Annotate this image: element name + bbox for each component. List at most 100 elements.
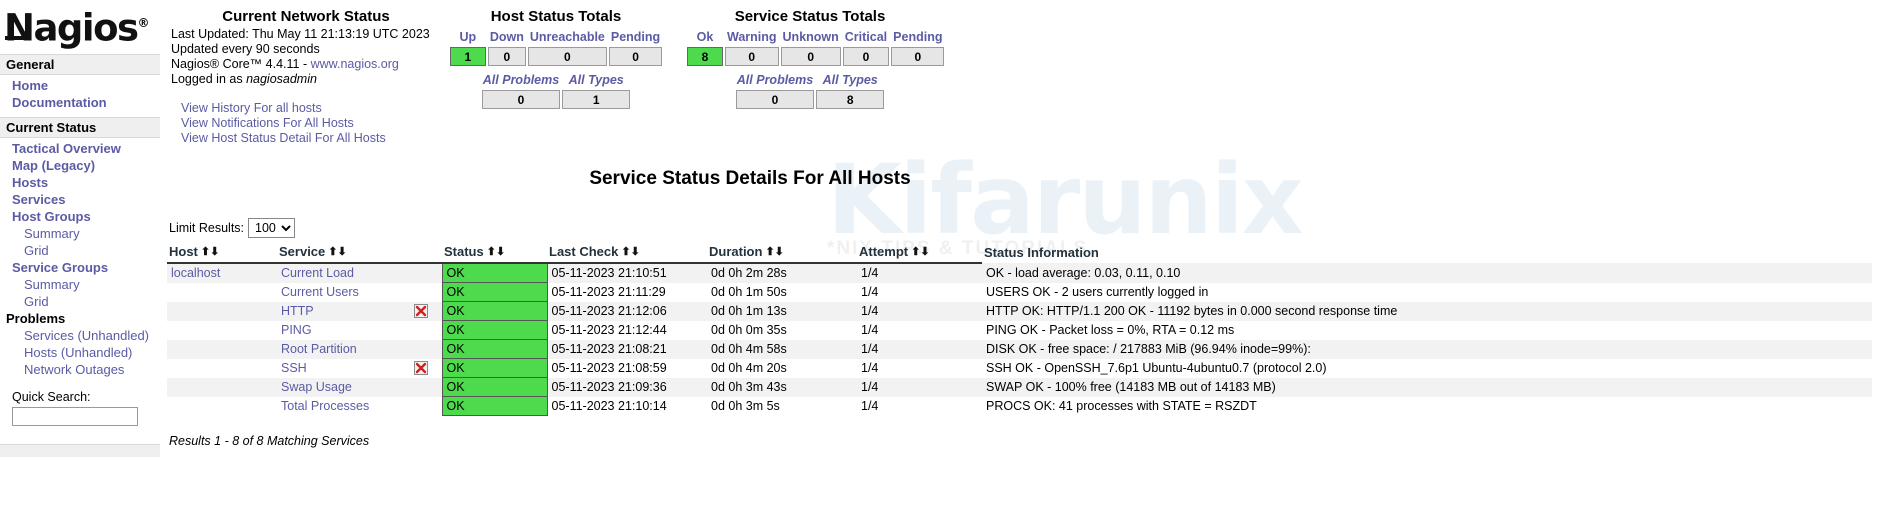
sidebar-item-home[interactable]: Home	[0, 77, 166, 94]
sidebar-item-host-groups[interactable]: Host Groups	[0, 208, 166, 225]
acknowledgement-icon[interactable]	[414, 361, 428, 375]
host-link[interactable]: localhost	[171, 266, 220, 280]
service-link[interactable]: Total Processes	[281, 399, 369, 413]
service-link[interactable]: Current Load	[281, 266, 354, 280]
cell-service[interactable]: PING	[277, 321, 442, 340]
sort-arrows-icon[interactable]: ⬆⬇	[911, 245, 929, 258]
column-header-duration[interactable]: Duration⬆⬇	[707, 242, 857, 263]
column-header-status[interactable]: Status⬆⬇	[442, 242, 547, 263]
host-subtotal-all-problems-value[interactable]: 0	[482, 90, 560, 109]
host-total-up-value[interactable]: 1	[450, 47, 486, 66]
sidebar-item-services-unhandled[interactable]: Services (Unhandled)	[0, 327, 166, 344]
column-header-attempt[interactable]: Attempt⬆⬇	[857, 242, 982, 263]
service-total-unknown-value[interactable]: 0	[781, 47, 841, 66]
sidebar-item-label[interactable]: Service Groups	[12, 260, 108, 275]
service-link[interactable]: PING	[281, 323, 312, 337]
nagios-org-link[interactable]: www.nagios.org	[311, 57, 399, 71]
cell-service[interactable]: Current Load	[277, 263, 442, 283]
sidebar-item-tactical-overview[interactable]: Tactical Overview	[0, 140, 166, 157]
host-total-header-unreachable[interactable]: Unreachable	[528, 30, 607, 45]
cell-service[interactable]: Total Processes	[277, 397, 442, 416]
service-link[interactable]: Swap Usage	[281, 380, 352, 394]
sort-arrows-icon[interactable]: ⬆⬇	[487, 245, 505, 258]
sidebar-item-label[interactable]: Summary	[24, 277, 80, 292]
service-total-ok-value[interactable]: 8	[687, 47, 723, 66]
sidebar-item-services[interactable]: Services	[0, 191, 166, 208]
sidebar-item-hostgroups-summary[interactable]: Summary	[0, 225, 166, 242]
service-link[interactable]: Root Partition	[281, 342, 357, 356]
service-total-warning-value[interactable]: 0	[725, 47, 779, 66]
view-history-link[interactable]: View History For all hosts	[181, 101, 441, 116]
host-total-header-up[interactable]: Up	[450, 30, 486, 45]
cell-service[interactable]: Swap Usage	[277, 378, 442, 397]
sidebar-item-label[interactable]: Summary	[24, 226, 80, 241]
service-total-pending-value[interactable]: 0	[891, 47, 944, 66]
cell-service[interactable]: HTTP	[277, 302, 442, 321]
view-notifications-link[interactable]: View Notifications For All Hosts	[181, 116, 441, 131]
host-total-pending-value[interactable]: 0	[609, 47, 662, 66]
sidebar-item-label[interactable]: Home	[12, 78, 48, 93]
column-header-service[interactable]: Service⬆⬇	[277, 242, 442, 263]
service-subtotal-header-all-problems[interactable]: All Problems	[736, 72, 814, 88]
cell-service[interactable]: Current Users	[277, 283, 442, 302]
sort-arrows-icon[interactable]: ⬆⬇	[765, 245, 783, 258]
sidebar-item-servicegroups-grid[interactable]: Grid	[0, 293, 166, 310]
sidebar-item-label[interactable]: Tactical Overview	[12, 141, 121, 156]
sidebar-item-documentation[interactable]: Documentation	[0, 94, 166, 111]
cell-service[interactable]: Root Partition	[277, 340, 442, 359]
sidebar-item-map-legacy[interactable]: Map (Legacy)	[0, 157, 166, 174]
column-header-last-check[interactable]: Last Check⬆⬇	[547, 242, 707, 263]
sort-arrows-icon[interactable]: ⬆⬇	[621, 245, 639, 258]
service-total-critical-value[interactable]: 0	[843, 47, 889, 66]
service-link[interactable]: SSH	[281, 361, 307, 375]
service-subtotal-all-problems-value[interactable]: 0	[736, 90, 814, 109]
sidebar-item-label[interactable]: Host Groups	[12, 209, 91, 224]
host-total-header-down[interactable]: Down	[488, 30, 526, 45]
sort-arrows-icon[interactable]: ⬆⬇	[328, 245, 346, 258]
sidebar-item-label[interactable]: Map (Legacy)	[12, 158, 95, 173]
sidebar-item-hosts[interactable]: Hosts	[0, 174, 166, 191]
sidebar-item-servicegroups-summary[interactable]: Summary	[0, 276, 166, 293]
service-total-header-critical[interactable]: Critical	[843, 30, 889, 45]
sidebar-item-label[interactable]: Grid	[24, 243, 49, 258]
cell-host[interactable]: localhost	[167, 263, 277, 283]
host-total-down-value[interactable]: 0	[488, 47, 526, 66]
host-total-unreachable-value[interactable]: 0	[528, 47, 607, 66]
quick-search-input[interactable]	[12, 407, 138, 426]
service-total-header-warning[interactable]: Warning	[725, 30, 779, 45]
cell-last-check: 05-11-2023 21:10:51	[547, 263, 707, 283]
host-subtotal-header-all-types[interactable]: All Types	[562, 72, 630, 88]
acknowledgement-icon[interactable]	[414, 304, 428, 318]
column-header-host[interactable]: Host⬆⬇	[167, 242, 277, 263]
service-link[interactable]: Current Users	[281, 285, 359, 299]
cell-service[interactable]: SSH	[277, 359, 442, 378]
sidebar-item-label[interactable]: Services (Unhandled)	[24, 328, 149, 343]
service-link[interactable]: HTTP	[281, 304, 314, 318]
cell-last-check: 05-11-2023 21:11:29	[547, 283, 707, 302]
host-subtotal-header-all-problems[interactable]: All Problems	[482, 72, 560, 88]
sidebar-item-label[interactable]: Hosts (Unhandled)	[24, 345, 132, 360]
sidebar-item-label[interactable]: Grid	[24, 294, 49, 309]
sidebar-item-service-groups[interactable]: Service Groups	[0, 259, 166, 276]
limit-results-select[interactable]: 100	[248, 218, 295, 238]
service-subtotal-header-all-types[interactable]: All Types	[816, 72, 884, 88]
host-total-header-pending[interactable]: Pending	[609, 30, 662, 45]
service-subtotal-all-types-value[interactable]: 8	[816, 90, 884, 109]
service-total-header-pending[interactable]: Pending	[891, 30, 944, 45]
view-host-status-detail-link[interactable]: View Host Status Detail For All Hosts	[181, 131, 441, 146]
sort-arrows-icon[interactable]: ⬆⬇	[201, 245, 219, 258]
service-totals-value-row: 8 0 0 0 0	[687, 47, 944, 66]
service-total-header-unknown[interactable]: Unknown	[781, 30, 841, 45]
nagios-logo[interactable]: Nagios®	[0, 0, 166, 54]
host-subtotal-all-types-value[interactable]: 1	[562, 90, 630, 109]
sidebar-item-label[interactable]: Network Outages	[24, 362, 124, 377]
sidebar-item-hosts-unhandled[interactable]: Hosts (Unhandled)	[0, 344, 166, 361]
sidebar-item-label[interactable]: Services	[12, 192, 66, 207]
service-total-header-ok[interactable]: Ok	[687, 30, 723, 45]
cell-attempt: 1/4	[857, 321, 982, 340]
sidebar-item-network-outages[interactable]: Network Outages	[0, 361, 166, 378]
sidebar-item-label[interactable]: Documentation	[12, 95, 107, 110]
sidebar-item-hostgroups-grid[interactable]: Grid	[0, 242, 166, 259]
logged-in-username: nagiosadmin	[246, 72, 317, 86]
sidebar-item-label[interactable]: Hosts	[12, 175, 48, 190]
